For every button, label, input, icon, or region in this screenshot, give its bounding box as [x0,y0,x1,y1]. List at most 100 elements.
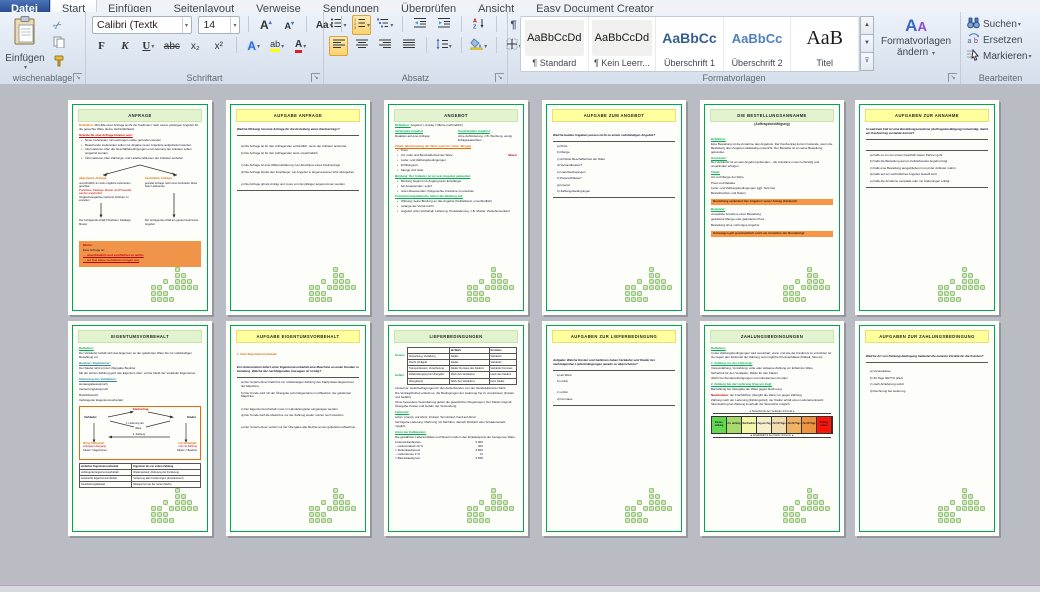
align-center-button[interactable] [352,36,371,56]
style-item--standard[interactable]: AaBbCcDd¶ Standard [521,17,589,71]
document-page[interactable]: ANGEBOTDefinition: Angebot = Antrag / Of… [384,100,528,315]
paste-button[interactable]: Einfügen ▾ [5,16,45,78]
style-item--berschrift-1[interactable]: AaBbCcÜberschrift 1 [656,17,724,71]
svg-text:3: 3 [354,25,357,29]
page-title: EIGENTUMSVORBEHALT [78,330,202,343]
document-canvas[interactable]: ANFRAGEDefinition: Mit Hilfe einer Anfra… [0,85,1040,592]
align-left-button[interactable] [329,36,348,56]
ribbon-tab-einf-gen[interactable]: Einfügen [97,0,162,12]
document-page[interactable]: ZAHLUNGSBEDINGUNGENDefinition:In den Zah… [700,321,844,536]
decrease-indent-icon [414,16,426,34]
ribbon-tab--berpr-fen[interactable]: Überprüfen [390,0,467,12]
change-styles-button[interactable]: AA Formatvorlagenändern ▾ [880,16,952,74]
clipboard-dialog-launcher[interactable]: ↘ [73,73,82,82]
superscript-button[interactable]: x² [209,36,228,56]
shading-bucket-icon [470,37,483,55]
style-item-titel[interactable]: AaBTitel [791,17,859,71]
italic-button[interactable]: K [115,36,134,56]
underline-button[interactable]: U▾ [139,36,158,56]
styles-scroll-up-button[interactable]: ▲ [860,16,874,35]
text-effects-button[interactable]: A▾ [244,36,263,56]
font-color-button[interactable]: A▾ [291,36,310,56]
flower-decoration [783,488,835,528]
cut-button[interactable]: ✂ [50,16,80,34]
grow-font-button[interactable]: A▴ [256,15,275,35]
multilevel-list-icon [377,16,389,34]
shrink-font-icon: A▾ [285,20,295,31]
ribbon-tab-seitenlayout[interactable]: Seitenlayout [163,0,246,12]
font-size-combo[interactable]: 14▾ [198,16,240,34]
group-paragraph: ▾ 123▾ ▾ AZ ¶ ▾ ▾ ▾ Absatz ↘ [324,12,508,84]
document-page[interactable]: AUFGABE ZUM ANGEBOTWelche beiden Angaben… [542,100,686,315]
strikethrough-button[interactable]: abc [162,36,181,56]
style-item--kein-leerr-[interactable]: AaBbCcDd¶ Kein Leerr... [589,17,657,71]
page-title: AUFGABE ZUM ANGEBOT [552,109,676,122]
page-title: LIEFERBEDINGUNGEN [394,330,518,343]
align-right-button[interactable] [376,36,395,56]
numbering-button[interactable]: 123▾ [352,15,371,35]
flower-decoration [309,488,361,528]
style-item--berschrift-2[interactable]: AaBbCcÜberschrift 2 [724,17,792,71]
shading-button[interactable]: ▾ [469,36,488,56]
copy-icon [53,35,65,53]
styles-scroll-down-button[interactable]: ▼ [860,34,874,53]
flower-decoration [938,267,990,307]
ribbon-tab-easy-document-creator[interactable]: Easy Document Creator [525,0,664,12]
replace-button[interactable]: ab Ersetzen [967,32,1040,48]
shrink-font-button[interactable]: A▾ [280,15,299,35]
styles-gallery-scroll: ▲ ▼ ⊽ [860,16,874,70]
document-page[interactable]: DIE BESTELLUNGSANNAHME(Auftragsbestätigu… [700,100,844,315]
payment-risk-scale: ◄ Sicherheit für den Verkäufer nimmt ab … [711,410,833,440]
increase-indent-button[interactable] [434,15,453,35]
bullets-button[interactable]: ▾ [329,15,348,35]
decrease-indent-button[interactable] [411,15,430,35]
document-page[interactable]: AUFGABEN ZUR LIEFERBEDINGUNGAufgabe: Wel… [542,321,686,536]
paste-label: Einfügen [5,53,45,64]
bold-button[interactable]: F [92,36,111,56]
flower-decoration [151,488,203,528]
font-dialog-launcher[interactable]: ↘ [311,73,320,82]
multilevel-list-button[interactable]: ▾ [376,15,395,35]
group-styles: AaBbCcDd¶ StandardAaBbCcDd¶ Kein Leerr..… [508,12,961,84]
select-button[interactable]: Markieren▾ [967,48,1040,64]
ribbon-tab-start[interactable]: Start [50,0,97,12]
text-highlight-button[interactable]: ab▾ [268,36,287,56]
sort-button[interactable]: AZ [469,15,488,35]
font-name-combo[interactable]: Calibri (Textk▾ [92,16,192,34]
format-painter-icon [53,54,65,72]
below-window-strip [0,586,1040,592]
group-clipboard: Einfügen ▾ ✂ wischenablage ↘ [0,12,86,84]
font-color-icon: A [295,40,302,53]
justify-icon [403,37,415,55]
styles-more-button[interactable]: ⊽ [860,52,874,71]
document-page[interactable]: LIEFERBEDINGUNGENKostenGefahrab Werkfrei… [384,321,528,536]
content-table: ab Werkfrei HausVerpackung, VerladungKäu… [407,347,517,385]
line-spacing-button[interactable]: ▾ [434,36,453,56]
style-preview: AaBbCc [727,20,786,56]
align-center-icon [356,37,368,55]
document-page[interactable]: ANFRAGEDefinition: Mit Hilfe einer Anfra… [68,100,212,315]
page-title: AUFGABEN ZUR ZAHLUNGSBEDINGUNG [865,330,989,343]
ribbon-tab-datei[interactable]: Datei [0,0,50,12]
align-left-icon [333,37,345,55]
document-page[interactable]: AUFGABEN ZUR ZAHLUNGSBEDINGUNGWelche Art… [855,321,999,536]
find-button[interactable]: Suchen▾ [967,16,1040,32]
page-title: AUFGABEN ZUR ANNAHME [865,109,989,122]
flower-decoration [783,267,835,307]
paragraph-dialog-launcher[interactable]: ↘ [495,73,504,82]
ribbon-tab-sendungen[interactable]: Sendungen [312,0,390,12]
ribbon-tab-ansicht[interactable]: Ansicht [467,0,525,12]
document-page[interactable]: AUFGABE ANFRAGEWelche Wirkung hat eine A… [226,100,370,315]
document-page[interactable]: AUFGABE EIGENTUMSVORBEHALT1. Kein Eigent… [226,321,370,536]
document-page[interactable]: EIGENTUMSVORBEHALTDefinition:Der Verkäuf… [68,321,212,536]
styles-dialog-launcher[interactable]: ↘ [948,73,957,82]
document-page[interactable]: AUFGABEN ZUR ANNAHMEIn welchem Fall ist … [855,100,999,315]
ribbon-tab-verweise[interactable]: Verweise [245,0,312,12]
style-label: Überschrift 1 [664,58,715,68]
subscript-button[interactable]: x₂ [186,36,205,56]
paste-dropdown-arrow[interactable]: ▾ [6,64,45,71]
copy-button[interactable] [50,35,80,53]
clipboard-paste-icon [12,16,38,51]
format-painter-button[interactable] [50,54,80,72]
justify-button[interactable] [399,36,418,56]
